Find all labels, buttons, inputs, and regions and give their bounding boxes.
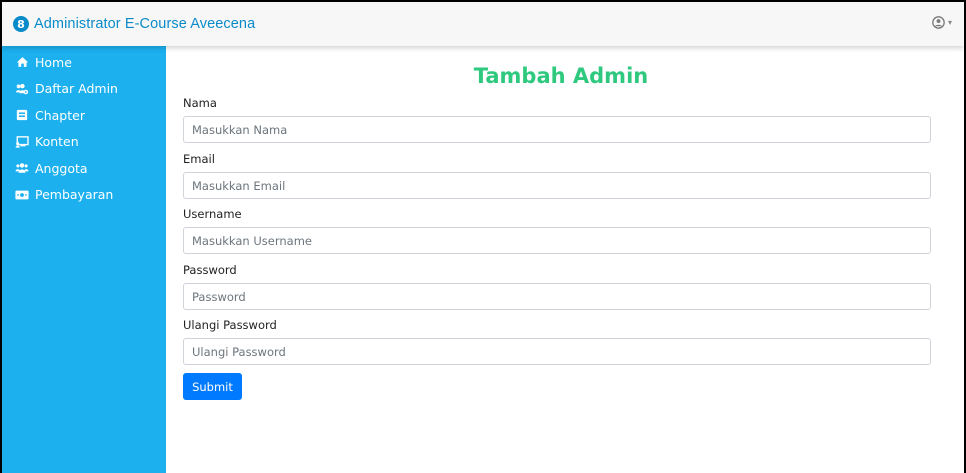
brand-title: Administrator E-Course Aveecena <box>34 16 256 32</box>
top-navbar: 8 Administrator E-Course Aveecena ▾ <box>2 2 964 46</box>
home-icon <box>15 55 29 69</box>
field-label: Email <box>183 152 215 166</box>
username-input[interactable] <box>183 227 931 254</box>
user-menu[interactable]: ▾ <box>932 16 952 29</box>
users-cog-icon <box>15 82 29 96</box>
main-content: Tambah Admin Nama Email Username Passwor… <box>166 46 964 473</box>
field-label: Password <box>183 263 237 277</box>
field-label: Nama <box>183 96 217 110</box>
sidebar-item-label: Daftar Admin <box>35 81 118 97</box>
submit-button[interactable]: Submit <box>183 373 242 400</box>
user-circle-icon <box>932 16 945 29</box>
sidebar-item-label: Anggota <box>35 160 88 176</box>
form-group-email: Email <box>183 152 931 199</box>
sidebar-item-chapter[interactable]: Chapter <box>2 102 166 129</box>
brand-logo: 8 <box>13 16 29 32</box>
brand[interactable]: 8 Administrator E-Course Aveecena <box>13 16 255 32</box>
page-title: Tambah Admin <box>473 64 649 88</box>
form-group-nama: Nama <box>183 96 931 143</box>
sidebar-item-label: Pembayaran <box>35 187 114 203</box>
sidebar-item-label: Konten <box>35 134 79 150</box>
sidebar-item-label: Chapter <box>35 107 85 123</box>
field-label: Username <box>183 207 242 221</box>
sidebar-item-label: Home <box>35 54 72 70</box>
money-bill-icon <box>15 188 29 202</box>
chalkboard-icon <box>15 135 29 149</box>
form-group-password: Password <box>183 263 931 310</box>
nama-input[interactable] <box>183 116 931 143</box>
sidebar-item-home[interactable]: Home <box>2 49 166 76</box>
sidebar-item-pembayaran[interactable]: Pembayaran <box>2 182 166 209</box>
sidebar: Home Daftar Admin Chapter Konten Anggota… <box>2 46 166 473</box>
chevron-down-icon: ▾ <box>947 18 952 27</box>
form-group-ulangi-password: Ulangi Password <box>183 318 931 365</box>
users-icon <box>15 161 29 175</box>
sidebar-item-anggota[interactable]: Anggota <box>2 155 166 182</box>
sidebar-item-daftar-admin[interactable]: Daftar Admin <box>2 76 166 103</box>
book-icon <box>15 108 29 122</box>
password-input[interactable] <box>183 283 931 310</box>
confirm-password-input[interactable] <box>183 338 931 365</box>
form-group-username: Username <box>183 207 931 254</box>
sidebar-item-konten[interactable]: Konten <box>2 129 166 156</box>
email-input[interactable] <box>183 172 931 199</box>
field-label: Ulangi Password <box>183 318 277 332</box>
